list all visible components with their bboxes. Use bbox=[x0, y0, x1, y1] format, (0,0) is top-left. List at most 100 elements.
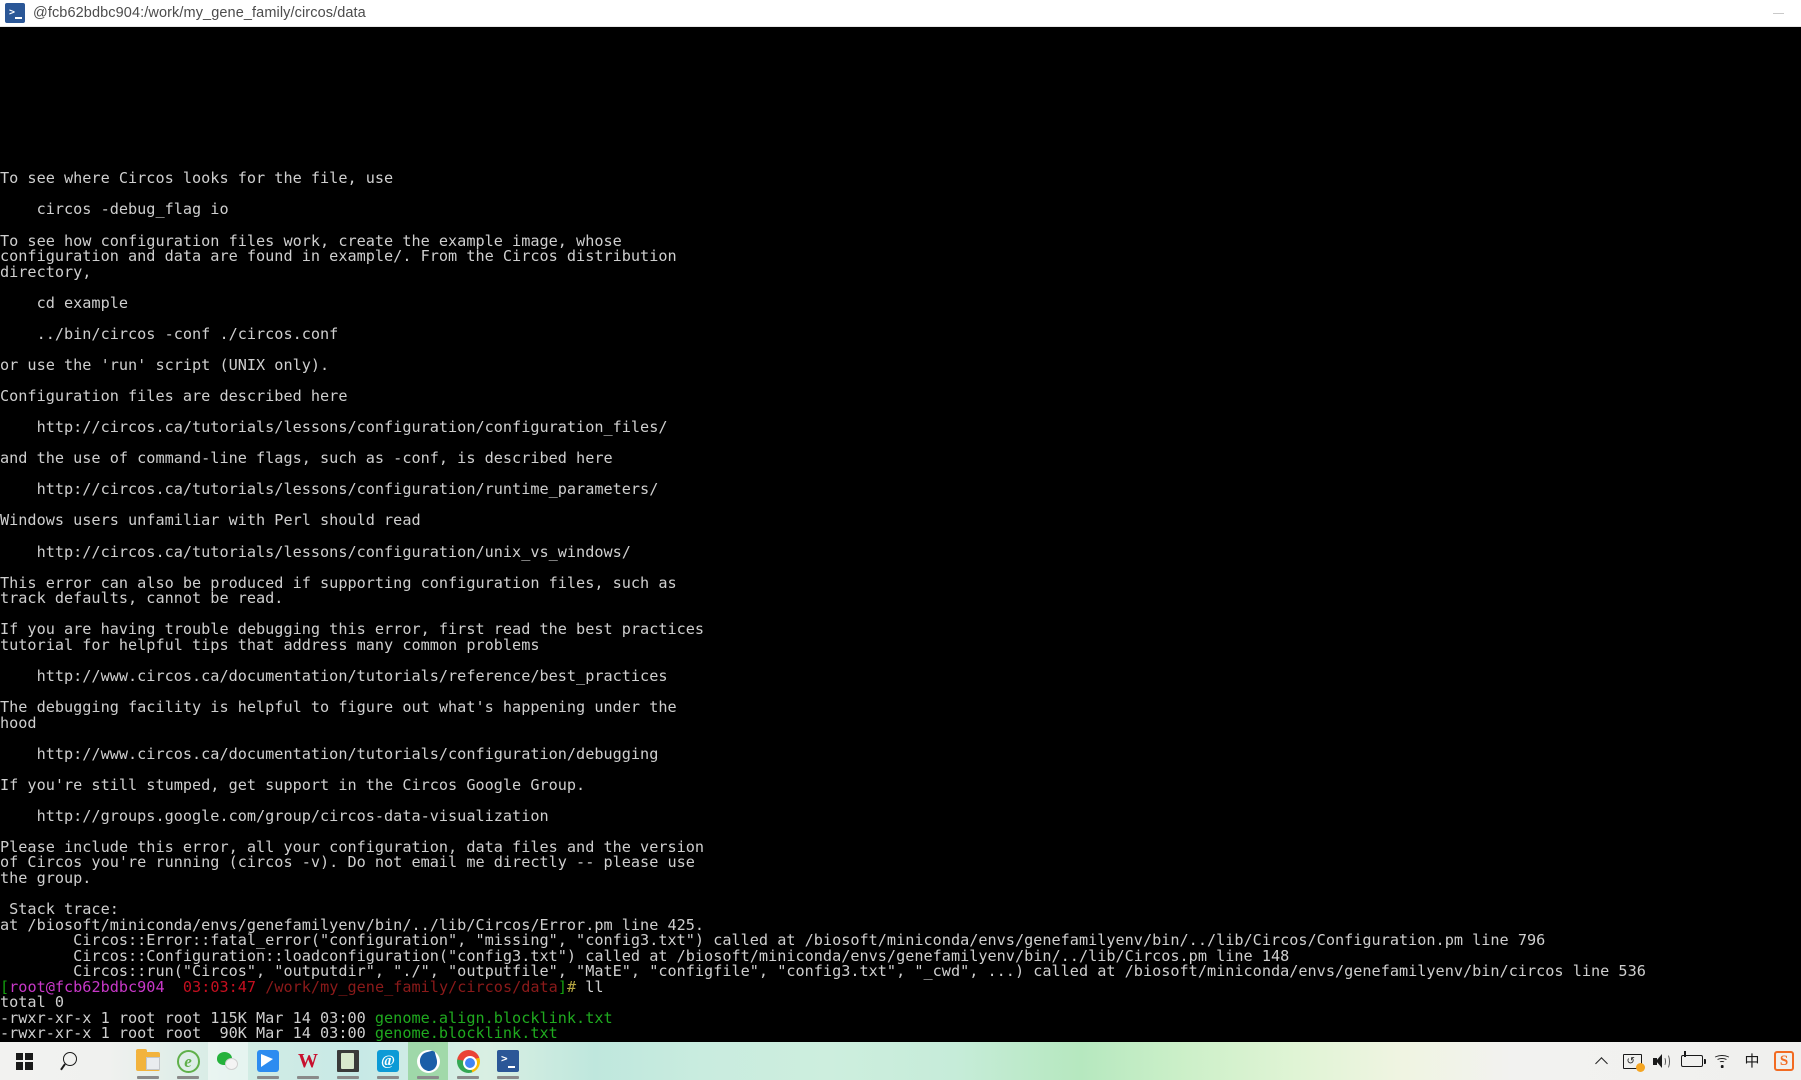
taskbar-chrome[interactable] bbox=[448, 1042, 488, 1080]
taskbar-powershell[interactable]: > bbox=[488, 1042, 528, 1080]
terminal-span: http://circos.ca/tutorials/lessons/confi… bbox=[0, 480, 659, 499]
search-icon bbox=[62, 1052, 80, 1070]
wifi-icon bbox=[1713, 1054, 1732, 1068]
title-bar[interactable]: > @fcb62bdbc904:/work/my_gene_family/cir… bbox=[0, 0, 1801, 27]
terminal-span: the group. bbox=[0, 868, 92, 887]
terminal-line: -rwxr-xr-x 1 root root 90K Mar 14 03:00 … bbox=[0, 1026, 1801, 1042]
sogou-logo-icon: S bbox=[1774, 1051, 1794, 1071]
screen-icon: ↺ bbox=[1622, 1053, 1645, 1072]
windows-logo-icon bbox=[15, 1052, 33, 1070]
tray-show-hidden-icons[interactable] bbox=[1587, 1042, 1617, 1080]
terminal-line: of Circos you're running (circos -v). Do… bbox=[0, 855, 1801, 871]
terminal-line: Windows users unfamiliar with Perl shoul… bbox=[0, 513, 1801, 529]
terminal-span: http://circos.ca/tutorials/lessons/confi… bbox=[0, 418, 668, 437]
system-tray[interactable]: ↺ 中 S bbox=[1587, 1042, 1801, 1080]
terminal-span bbox=[165, 978, 183, 996]
taskbar-wechat[interactable] bbox=[208, 1042, 248, 1080]
terminal-line: directory, bbox=[0, 262, 1801, 281]
terminal-line: Configuration files are described here bbox=[0, 387, 1801, 406]
terminal-line: the group. bbox=[0, 868, 1801, 887]
terminal-line: configuration and data are found in exam… bbox=[0, 247, 1801, 266]
search-button[interactable] bbox=[48, 1042, 94, 1080]
powershell-icon: > bbox=[5, 3, 25, 23]
powershell-icon: > bbox=[497, 1050, 519, 1072]
chrome-icon bbox=[456, 1049, 480, 1073]
terminal-line: http://www.circos.ca/documentation/tutor… bbox=[0, 666, 1801, 685]
terminal-line: The debugging facility is helpful to fig… bbox=[0, 697, 1801, 716]
terminal-span: /work/my_gene_family/circos/data bbox=[265, 977, 558, 996]
tray-network[interactable] bbox=[1707, 1042, 1737, 1080]
terminal-span: http://www.circos.ca/documentation/tutor… bbox=[0, 666, 668, 685]
chevron-up-icon bbox=[1597, 1056, 1607, 1066]
speaker-icon bbox=[1653, 1053, 1671, 1069]
taskbar[interactable]: e W @ > ↺ 中 S bbox=[0, 1042, 1801, 1080]
tray-volume[interactable] bbox=[1647, 1042, 1677, 1080]
terminal-span: configuration and data are found in exam… bbox=[0, 247, 677, 266]
terminal-span: -rwxr-xr-x 1 root root 90K Mar 14 03:00 bbox=[0, 1024, 375, 1042]
terminal-span: ../bin/circos -conf ./circos.conf bbox=[0, 324, 339, 343]
terminal-span: and the use of command-line flags, such … bbox=[0, 449, 613, 468]
terminal-span: Configuration files are described here bbox=[0, 387, 348, 406]
battery-charging-icon bbox=[1681, 1051, 1706, 1067]
terminal-line: track defaults, cannot be read. bbox=[0, 589, 1801, 608]
tray-battery[interactable] bbox=[1677, 1042, 1707, 1080]
terminal-line: or use the 'run' script (UNIX only). bbox=[0, 355, 1801, 374]
terminal-line: cd example bbox=[0, 293, 1801, 312]
wechat-icon bbox=[217, 1051, 239, 1071]
terminal-window: > @fcb62bdbc904:/work/my_gene_family/cir… bbox=[0, 0, 1801, 1080]
sogou-browser-icon bbox=[416, 1049, 440, 1073]
taskbar-at-app[interactable]: @ bbox=[368, 1042, 408, 1080]
terminal-span: track defaults, cannot be read. bbox=[0, 589, 284, 608]
terminal-span: tutorial for helpful tips that address m… bbox=[0, 635, 540, 654]
terminal-span: genome.blocklink.txt bbox=[374, 1024, 558, 1042]
taskbar-sogou-browser[interactable] bbox=[408, 1042, 448, 1080]
folder-icon bbox=[136, 1048, 160, 1071]
terminal-line: ../bin/circos -conf ./circos.conf bbox=[0, 324, 1801, 343]
terminal-span: of Circos you're running (circos -v). Do… bbox=[0, 853, 695, 872]
terminal-span: ll bbox=[576, 977, 604, 996]
terminal-line: circos -debug_flag io bbox=[0, 202, 1801, 218]
at-blue-icon: @ bbox=[377, 1050, 399, 1072]
taskbar-wps[interactable]: W bbox=[288, 1042, 328, 1080]
tray-sogou-input[interactable]: S bbox=[1767, 1042, 1801, 1080]
terminal-span: directory, bbox=[0, 262, 92, 281]
terminal-span: http://circos.ca/tutorials/lessons/confi… bbox=[0, 542, 631, 561]
terminal-span: # bbox=[566, 977, 577, 996]
terminal-line: and the use of command-line flags, such … bbox=[0, 449, 1801, 468]
terminal-span: http://groups.google.com/group/circos-da… bbox=[0, 806, 549, 825]
terminal-line: http://www.circos.ca/documentation/tutor… bbox=[0, 744, 1801, 763]
wps-icon: W bbox=[298, 1050, 318, 1072]
terminal-line: http://circos.ca/tutorials/lessons/confi… bbox=[0, 542, 1801, 561]
start-button[interactable] bbox=[0, 1042, 48, 1080]
terminal-line: http://circos.ca/tutorials/lessons/confi… bbox=[0, 482, 1801, 498]
terminal-span: cd example bbox=[0, 293, 129, 312]
tray-screen-capture[interactable]: ↺ bbox=[1617, 1042, 1647, 1080]
taskbar-bird-app[interactable] bbox=[248, 1042, 288, 1080]
terminal-line: If you're still stumped, get support in … bbox=[0, 775, 1801, 794]
terminal-span: http://www.circos.ca/documentation/tutor… bbox=[0, 744, 659, 763]
terminal-line: http://groups.google.com/group/circos-da… bbox=[0, 806, 1801, 825]
terminal-span: If you're still stumped, get support in … bbox=[0, 775, 586, 794]
taskbar-notepad[interactable] bbox=[328, 1042, 368, 1080]
window-title: @fcb62bdbc904:/work/my_gene_family/circo… bbox=[33, 5, 366, 21]
terminal-span: or use the 'run' script (UNIX only). bbox=[0, 355, 330, 374]
terminal-lines: To see where Circos looks for the file, … bbox=[0, 171, 1801, 1042]
dark-document-icon bbox=[337, 1050, 359, 1072]
terminal-line: hood bbox=[0, 715, 1801, 732]
taskbar-edge[interactable]: e bbox=[168, 1042, 208, 1080]
terminal-line: [root@fcb62bdbc904 03:03:47 /work/my_gen… bbox=[0, 977, 1801, 996]
terminal-line: tutorial for helpful tips that address m… bbox=[0, 635, 1801, 654]
terminal-output-area[interactable]: To see where Circos looks for the file, … bbox=[0, 27, 1801, 1042]
minimize-button[interactable] bbox=[1755, 0, 1801, 27]
edge-icon: e bbox=[176, 1049, 200, 1073]
terminal-span: The debugging facility is helpful to fig… bbox=[0, 697, 677, 716]
terminal-span: To see where Circos looks for the file, … bbox=[0, 169, 394, 188]
blue-bird-icon bbox=[257, 1050, 279, 1072]
terminal-line: To see where Circos looks for the file, … bbox=[0, 171, 1801, 187]
taskbar-file-explorer[interactable] bbox=[128, 1042, 168, 1080]
tray-ime-mode[interactable]: 中 bbox=[1737, 1042, 1767, 1080]
minimize-icon bbox=[1772, 12, 1784, 14]
